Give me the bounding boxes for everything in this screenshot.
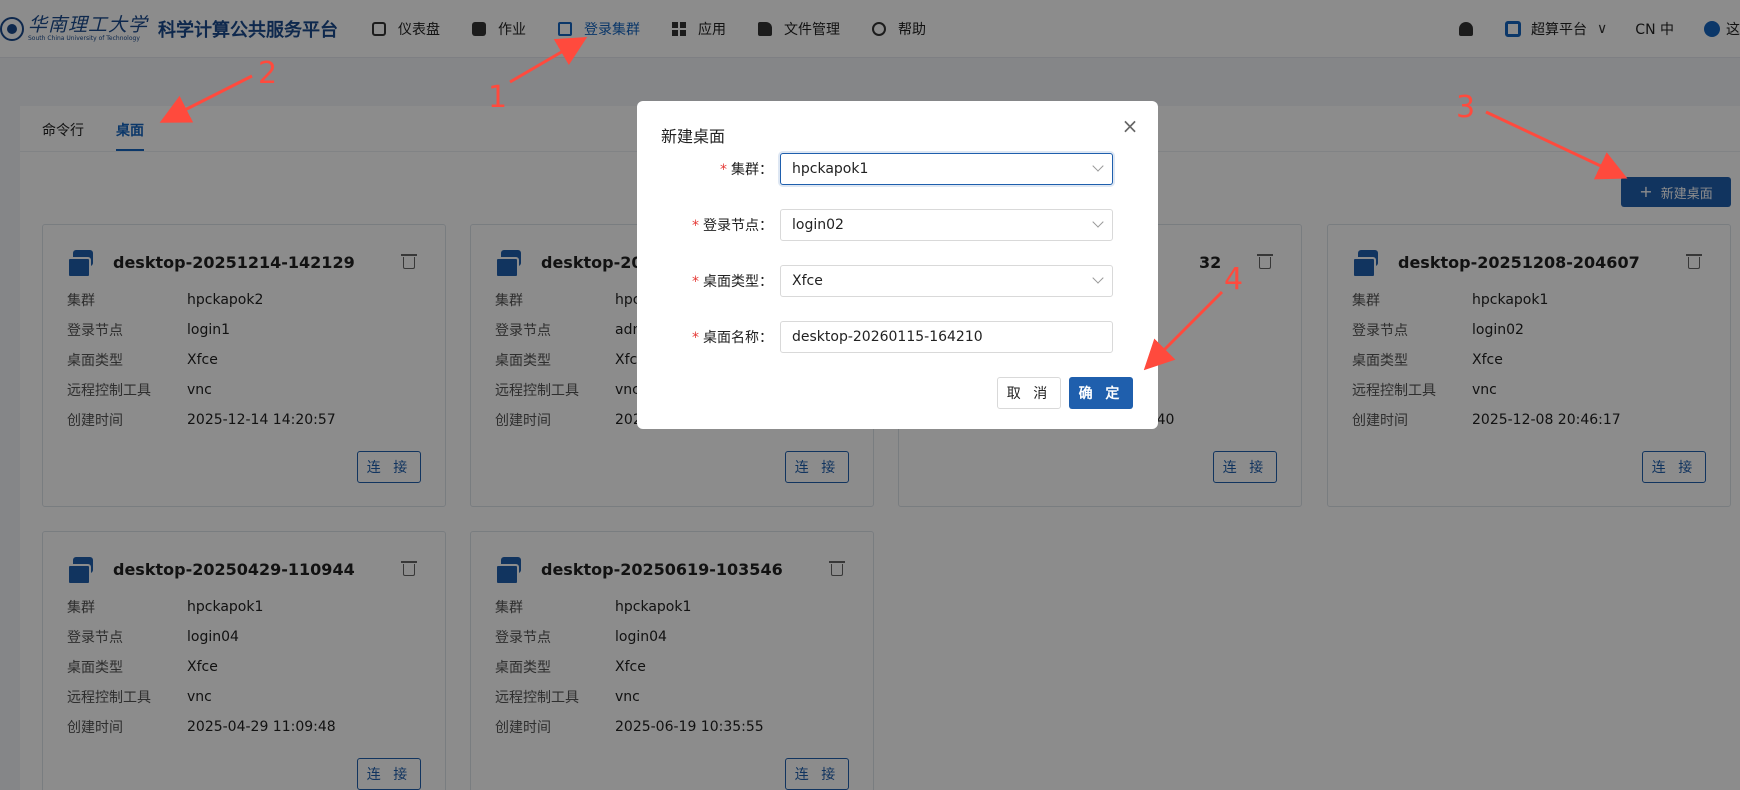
desktop-type-select[interactable]: Xfce [780,265,1113,297]
desktop-name-label: * 桌面名称： [692,330,773,346]
desktop-type-label: * 桌面类型： [692,274,773,290]
desktop-name-input[interactable]: desktop-20260115-164210 [780,321,1113,353]
chevron-down-icon [1092,160,1104,172]
annotation-number-2: 2 [258,56,278,91]
form-row-desktop-type: * 桌面类型： Xfce [637,265,1158,297]
desktop-type-value: Xfce [792,273,823,289]
login-node-value: login02 [792,217,844,233]
annotation-number-3: 3 [1456,90,1476,125]
new-desktop-modal: 新建桌面 × * 集群： hpckapok1 * 登录节点： login02 * 桌面… [637,101,1158,429]
annotation-number-4: 4 [1224,262,1244,297]
cluster-value: hpckapok1 [792,161,869,177]
form-row-login-node: * 登录节点： login02 [637,209,1158,241]
ok-button[interactable]: 确 定 [1069,377,1133,409]
form-row-desktop-name: * 桌面名称： desktop-20260115-164210 [637,321,1158,353]
cluster-select[interactable]: hpckapok1 [780,153,1113,185]
login-node-select[interactable]: login02 [780,209,1113,241]
modal-title: 新建桌面 [661,127,726,146]
close-icon[interactable]: × [1120,116,1140,137]
cluster-label: * 集群： [720,162,773,178]
annotation-number-1: 1 [488,80,508,115]
chevron-down-icon [1092,216,1104,228]
chevron-down-icon [1092,272,1104,284]
desktop-name-value: desktop-20260115-164210 [792,329,983,345]
login-node-label: * 登录节点： [692,218,773,234]
form-row-cluster: * 集群： hpckapok1 [637,153,1158,185]
cancel-button[interactable]: 取 消 [997,377,1061,409]
